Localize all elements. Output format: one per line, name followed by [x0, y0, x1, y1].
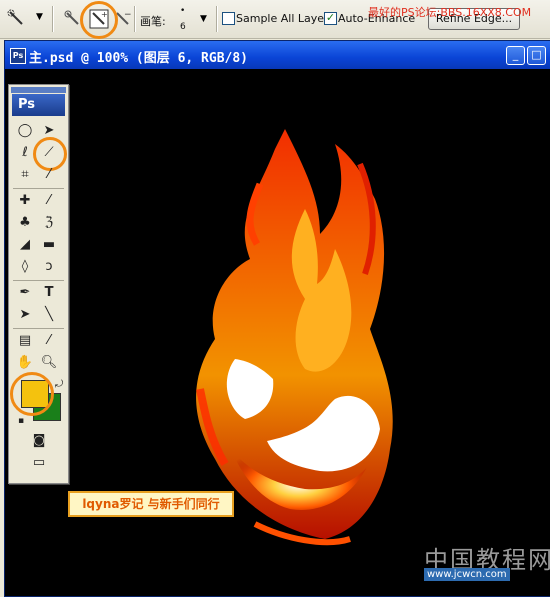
clone-stamp-tool-icon[interactable]: ♣ — [15, 213, 35, 233]
document-titlebar[interactable]: Ps 主.psd @ 100% (图层 6, RGB/8) _ □ — [5, 41, 550, 69]
swap-colors-icon[interactable]: ⤾ — [49, 375, 69, 395]
brush-dot-icon[interactable]: • — [180, 6, 185, 16]
healing-brush-tool-icon[interactable]: ✚ — [15, 191, 35, 211]
tools-panel-grip[interactable] — [11, 87, 66, 93]
pen-tool-icon[interactable]: ✒ — [15, 283, 35, 303]
notes-tool-icon[interactable]: ▤ — [15, 331, 35, 351]
history-brush-tool-icon[interactable]: ℨ — [39, 213, 59, 233]
dodge-tool-icon[interactable]: ↄ — [39, 257, 59, 277]
eyedropper-tool-icon[interactable]: ⁄ — [39, 165, 59, 185]
line-tool-icon[interactable]: ╲ — [39, 305, 59, 325]
maximize-button[interactable]: □ — [527, 46, 546, 65]
photoshop-logo[interactable]: Ps — [12, 94, 65, 116]
quick-mask-icon[interactable]: ◙ — [29, 431, 49, 451]
color-sampler-tool-icon[interactable]: ⁄ — [39, 331, 59, 351]
preset-dropdown-arrow-icon[interactable]: ▼ — [36, 12, 43, 22]
hand-tool-icon[interactable]: ✋ — [15, 353, 35, 373]
lasso-tool-icon[interactable]: ℓ — [15, 143, 35, 163]
minimize-button[interactable]: _ — [506, 46, 525, 65]
brush-picker-arrow-icon[interactable]: ▼ — [200, 14, 207, 24]
author-banner: lqyna罗记 与新手们同行 — [68, 491, 234, 517]
document-title: 主.psd @ 100% (图层 6, RGB/8) — [29, 51, 249, 66]
options-bar: ▼ + − 画笔: • 6 ▼ Sample All Layers ✓ Auto… — [0, 0, 550, 39]
type-tool-icon[interactable]: T — [39, 283, 59, 303]
brush-size: 6 — [180, 22, 186, 32]
brush-tool-icon[interactable]: ⁄ — [39, 191, 59, 211]
path-selection-tool-icon[interactable]: ➤ — [15, 305, 35, 325]
blur-tool-icon[interactable]: ◊ — [15, 257, 35, 277]
crop-tool-icon[interactable]: ⌗ — [15, 165, 35, 185]
default-colors-icon[interactable]: ▪ — [11, 411, 31, 431]
highlight-circle — [80, 1, 118, 39]
sample-all-layers-label: Sample All Layers — [236, 12, 335, 25]
zoom-tool-icon[interactable]: 🔍︎ — [39, 353, 59, 373]
site-url-watermark: www.jcwcn.com — [424, 568, 510, 581]
quick-selection-tool-preset-icon[interactable] — [6, 8, 28, 30]
auto-enhance-checkbox[interactable]: ✓ — [324, 12, 337, 25]
svg-text:−: − — [124, 10, 132, 20]
elliptical-marquee-tool-icon[interactable]: ◯ — [15, 121, 35, 141]
sample-all-layers-checkbox[interactable] — [222, 12, 235, 25]
color-highlight-circle — [10, 372, 54, 416]
tools-panel: Ps ◯ ➤ ℓ ⟋ ⌗ ⁄ ✚ ⁄ ♣ ℨ ◢ ▬ ◊ ↄ ✒ T ➤ ╲ ▤… — [8, 84, 69, 484]
brush-label: 画笔: — [140, 15, 166, 28]
ps-document-icon: Ps — [10, 48, 26, 64]
forum-watermark: 最好的PS论坛:BBS.16XX8.COM — [368, 6, 532, 19]
screen-mode-icon[interactable]: ▭ — [29, 453, 49, 473]
gradient-tool-icon[interactable]: ▬ — [39, 235, 59, 255]
eraser-tool-icon[interactable]: ◢ — [15, 235, 35, 255]
